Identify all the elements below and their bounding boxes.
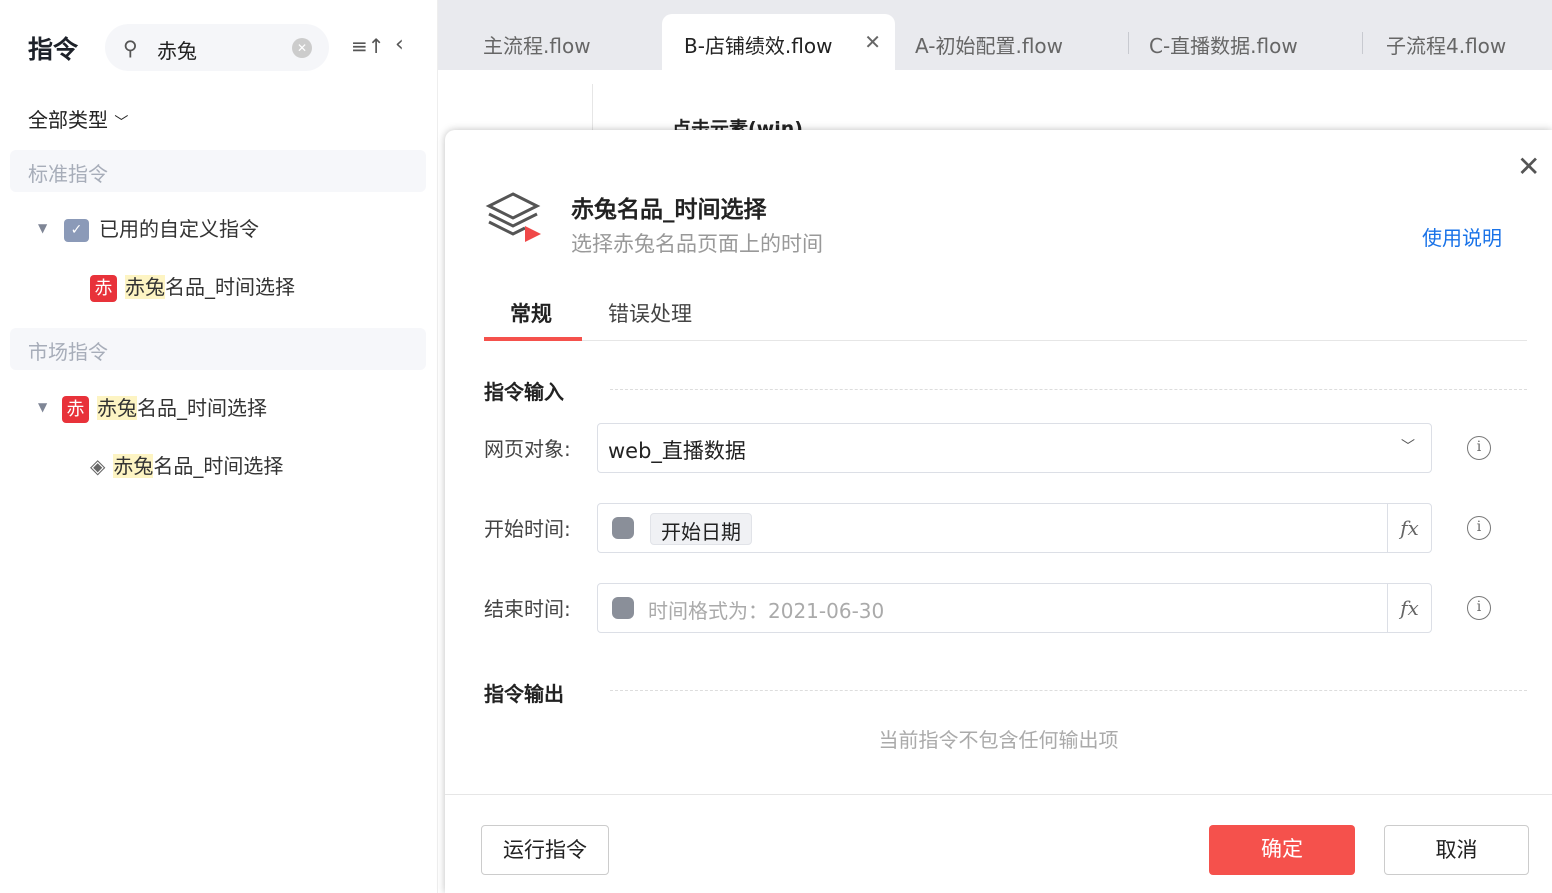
tab-main[interactable]: 主流程.flow: [483, 14, 591, 70]
fx-icon[interactable]: fx: [1387, 504, 1431, 552]
group-label: 已用的自定义指令: [99, 217, 259, 241]
search-input[interactable]: ⚲ 赤兔 ✕: [105, 24, 329, 71]
command-dialog: ✕ 赤兔名品_时间选择 选择赤兔名品页面上的时间 使用说明 常规 错误处理 指令…: [445, 130, 1552, 893]
expand-icon[interactable]: ▼: [38, 221, 47, 235]
input-section-title: 指令输入: [484, 380, 564, 404]
start-time-label: 开始时间:: [484, 517, 571, 541]
layers-icon: [485, 192, 541, 242]
section-standard[interactable]: 标准指令: [10, 150, 426, 192]
chevron-down-icon: ﹀: [1401, 439, 1415, 455]
tab-b-store[interactable]: B-店铺绩效.flow ✕: [662, 14, 895, 70]
python-icon: [612, 597, 634, 619]
python-icon: [612, 517, 634, 539]
clear-icon[interactable]: ✕: [292, 38, 312, 58]
collapse-icon[interactable]: ‹: [395, 32, 404, 57]
close-icon[interactable]: ✕: [1517, 150, 1540, 183]
search-icon: ⚲: [123, 36, 138, 60]
help-link[interactable]: 使用说明: [1422, 222, 1502, 251]
info-icon[interactable]: i: [1467, 596, 1491, 620]
list-item[interactable]: 赤赤兔名品_时间选择: [62, 392, 267, 423]
tab-sub4[interactable]: 子流程4.flow: [1386, 14, 1506, 70]
tree-group-custom[interactable]: ✓ 已用的自定义指令: [64, 213, 259, 242]
tab-c-live[interactable]: C-直播数据.flow: [1149, 14, 1298, 70]
footer-divider: [445, 794, 1552, 795]
type-filter-label: 全部类型: [28, 108, 108, 132]
fx-icon[interactable]: fx: [1387, 584, 1431, 632]
info-icon[interactable]: i: [1467, 436, 1491, 460]
sort-icon[interactable]: ≡↑: [351, 34, 385, 58]
command-sidebar: 指令 ⚲ 赤兔 ✕ ≡↑ ‹ 全部类型 ﹀ 标准指令 ▼ ✓ 已用的自定义指令 赤…: [0, 0, 438, 893]
search-value[interactable]: 赤兔: [157, 35, 197, 64]
highlight-text: 赤兔: [113, 454, 154, 478]
tab-bar: 主流程.flow B-店铺绩效.flow ✕ A-初始配置.flow C-直播数据…: [438, 0, 1552, 70]
web-object-label: 网页对象:: [484, 437, 571, 461]
item-label: 名品_时间选择: [165, 275, 295, 299]
end-time-placeholder: 时间格式为：2021-06-30: [648, 599, 885, 623]
divider: [610, 389, 1527, 390]
info-icon[interactable]: i: [1467, 516, 1491, 540]
tab-label: B-店铺绩效.flow: [684, 34, 833, 58]
layers-icon: ◈: [90, 454, 106, 478]
dialog-title: 赤兔名品_时间选择: [571, 197, 767, 223]
highlight-text: 赤兔: [125, 275, 165, 299]
tab-divider: [1362, 32, 1363, 54]
chitu-badge-icon: 赤: [62, 396, 89, 423]
calendar-check-icon: ✓: [64, 219, 89, 242]
variable-chip[interactable]: 开始日期: [650, 513, 752, 545]
highlight-text: 赤兔: [97, 396, 137, 420]
dialog-subtitle: 选择赤兔名品页面上的时间: [571, 232, 823, 256]
tab-error-handling[interactable]: 错误处理: [608, 298, 692, 328]
tab-divider: [484, 340, 1527, 341]
type-filter-dropdown[interactable]: 全部类型 ﹀: [28, 104, 128, 133]
list-item[interactable]: ◈ 赤兔名品_时间选择: [90, 450, 283, 479]
web-object-value: web_直播数据: [608, 439, 746, 463]
section-market[interactable]: 市场指令: [10, 328, 426, 370]
item-label: 名品_时间选择: [153, 454, 284, 478]
active-tab-indicator: [484, 337, 582, 341]
end-time-label: 结束时间:: [484, 597, 571, 621]
chitu-badge-icon: 赤: [90, 275, 117, 302]
output-section-title: 指令输出: [484, 682, 564, 706]
no-output-text: 当前指令不包含任何输出项: [878, 728, 1119, 752]
cancel-button[interactable]: 取消: [1384, 825, 1529, 875]
item-label: 名品_时间选择: [137, 396, 267, 420]
web-object-select[interactable]: web_直播数据 ﹀: [597, 423, 1432, 473]
close-icon[interactable]: ✕: [864, 30, 881, 54]
tab-a-config[interactable]: A-初始配置.flow: [915, 14, 1063, 70]
tab-divider: [1128, 32, 1129, 54]
expand-icon[interactable]: ▼: [38, 400, 47, 414]
run-command-button[interactable]: 运行指令: [481, 825, 609, 875]
chevron-down-icon: ﹀: [114, 115, 129, 131]
tab-general[interactable]: 常规: [510, 298, 552, 328]
divider: [610, 690, 1527, 691]
sidebar-title: 指令: [28, 35, 79, 64]
end-time-input[interactable]: 时间格式为：2021-06-30 fx: [597, 583, 1432, 633]
list-item[interactable]: 赤赤兔名品_时间选择: [90, 271, 295, 302]
start-time-input[interactable]: 开始日期 fx: [597, 503, 1432, 553]
confirm-button[interactable]: 确定: [1209, 825, 1355, 875]
